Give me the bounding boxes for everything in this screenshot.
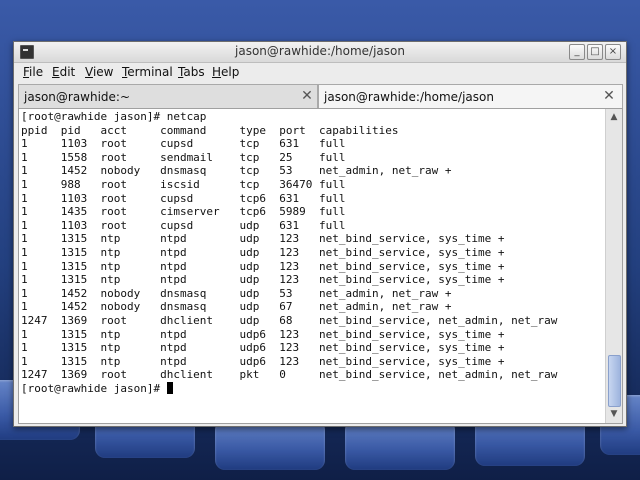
keyboard-key-decoration xyxy=(215,420,325,470)
table-header: ppid pid acct command type port capabili… xyxy=(21,123,399,137)
tab-label: jason@rawhide:/home/jason xyxy=(324,90,494,104)
keyboard-key-decoration xyxy=(345,420,455,470)
table-row: 1 1315 ntp ntpd udp 123 net_bind_service… xyxy=(21,232,505,246)
table-row: 1 1452 nobody dnsmasq udp 67 net_admin, … xyxy=(21,300,452,314)
minimize-button[interactable]: _ xyxy=(569,44,585,60)
table-row: 1 1103 root cupsd udp 631 full xyxy=(21,218,346,232)
table-row: 1247 1369 root dhclient pkt 0 net_bind_s… xyxy=(21,368,558,382)
scroll-up-icon[interactable]: ▲ xyxy=(608,111,620,123)
terminal-frame: [root@rawhide jason]# netcap ppid pid acc… xyxy=(18,108,623,424)
scroll-down-icon[interactable]: ▼ xyxy=(608,408,620,420)
table-row: 1 1103 root cupsd tcp6 631 full xyxy=(21,191,346,205)
table-row: 1 1103 root cupsd tcp 631 full xyxy=(21,137,346,151)
tab-home-jason[interactable]: jason@rawhide:/home/jason ✕ xyxy=(318,84,623,109)
menu-help[interactable]: Help xyxy=(212,65,239,79)
close-tab-icon[interactable]: ✕ xyxy=(299,88,315,104)
menu-bar: File Edit View Terminal Tabs Help xyxy=(14,63,626,82)
menu-edit[interactable]: Edit xyxy=(52,65,75,79)
text-cursor xyxy=(166,382,173,394)
scrollbar[interactable]: ▲ ▼ xyxy=(605,109,622,423)
table-row: 1 1315 ntp ntpd udp 123 net_bind_service… xyxy=(21,259,505,273)
menu-view[interactable]: View xyxy=(85,65,113,79)
command-line: [root@rawhide jason]# netcap xyxy=(21,110,207,123)
terminal-output[interactable]: [root@rawhide jason]# netcap ppid pid acc… xyxy=(19,109,604,423)
table-row: 1 1315 ntp ntpd udp6 123 net_bind_servic… xyxy=(21,341,505,355)
table-row: 1 1452 nobody dnsmasq udp 53 net_admin, … xyxy=(21,286,452,300)
table-row: 1 1315 ntp ntpd udp6 123 net_bind_servic… xyxy=(21,327,505,341)
table-row: 1 1315 ntp ntpd udp6 123 net_bind_servic… xyxy=(21,354,505,368)
scrollbar-thumb[interactable] xyxy=(608,355,621,407)
table-row: 1247 1369 root dhclient udp 68 net_bind_… xyxy=(21,314,558,327)
menu-file[interactable]: File xyxy=(23,65,43,79)
tab-home[interactable]: jason@rawhide:~ ✕ xyxy=(18,84,318,110)
tab-bar: jason@rawhide:~ ✕ jason@rawhide:/home/ja… xyxy=(18,84,623,110)
prompt-line: [root@rawhide jason]# xyxy=(21,382,167,395)
table-row: 1 988 root iscsid tcp 36470 full xyxy=(21,178,346,191)
table-row: 1 1315 ntp ntpd udp 123 net_bind_service… xyxy=(21,246,505,259)
menu-terminal[interactable]: Terminal xyxy=(122,65,173,79)
maximize-button[interactable]: □ xyxy=(587,44,603,60)
table-row: 1 1452 nobody dnsmasq tcp 53 net_admin, … xyxy=(21,164,452,178)
table-row: 1 1315 ntp ntpd udp 123 net_bind_service… xyxy=(21,273,505,287)
title-bar[interactable]: jason@rawhide:/home/jason _ □ × xyxy=(14,42,626,63)
close-window-button[interactable]: × xyxy=(605,44,621,60)
menu-tabs[interactable]: Tabs xyxy=(178,65,205,79)
terminal-window: jason@rawhide:/home/jason _ □ × File Edi… xyxy=(13,41,627,427)
table-row: 1 1558 root sendmail tcp 25 full xyxy=(21,150,346,164)
tab-label: jason@rawhide:~ xyxy=(24,90,131,104)
window-title: jason@rawhide:/home/jason xyxy=(235,44,405,58)
close-tab-icon[interactable]: ✕ xyxy=(601,88,617,104)
table-row: 1 1435 root cimserver tcp6 5989 full xyxy=(21,205,346,219)
